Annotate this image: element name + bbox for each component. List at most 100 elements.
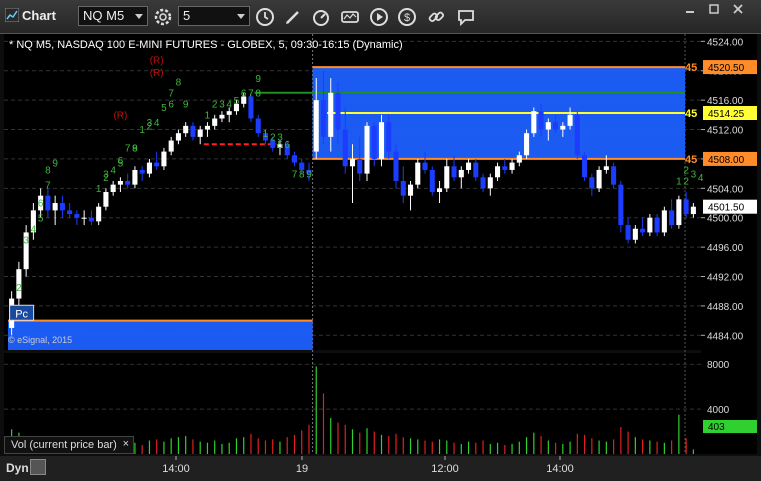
chart-window: Chart NQ M5 5 $ (R) (R) (R) 2 3 4 5 6 7 … <box>0 0 761 481</box>
candle-body <box>357 158 363 174</box>
price-tick-label: 4504.00 <box>707 184 744 195</box>
candle-body <box>197 129 203 137</box>
candle-body <box>204 125 210 130</box>
time-tick-label: 19 <box>296 463 308 475</box>
td-sequential-label: 4 <box>110 166 116 177</box>
td-sequential-label: 5 <box>38 213 44 224</box>
candle-body <box>364 125 370 174</box>
candle-body <box>480 177 486 189</box>
td-sequential-label: 9 <box>183 99 189 110</box>
price-tick-label: 4524.00 <box>707 37 744 48</box>
td-sequential-label: 2 <box>683 177 689 188</box>
time-tick-label: 14:00 <box>162 463 190 475</box>
candle-body <box>110 184 116 192</box>
price-tick-label: 4496.00 <box>707 243 744 254</box>
td-sequential-label: 5 <box>161 103 167 114</box>
candle-body <box>328 92 334 137</box>
td-sequential-label: 3 <box>219 99 225 110</box>
candle-body <box>349 158 356 167</box>
candle-body <box>117 180 123 185</box>
candle-body <box>81 217 87 219</box>
td-sequential-label: 6 <box>241 88 247 99</box>
candle-body <box>690 206 696 215</box>
candle-body <box>654 217 660 233</box>
candle-body <box>603 166 609 170</box>
td-sequential-label: 1 <box>676 177 682 188</box>
td-sequential-label: 2 <box>16 283 22 294</box>
td-sequential-label: 5 <box>234 96 240 107</box>
td-sequential-label: 8 <box>45 166 51 177</box>
time-tick-label: 12:00 <box>431 463 459 475</box>
candle-body <box>219 114 225 119</box>
candle-body <box>59 203 65 211</box>
candle-body <box>589 177 595 189</box>
candle-body <box>436 188 443 192</box>
candle-body <box>255 118 261 134</box>
td-sequential-label: 6 <box>168 99 174 110</box>
candle-body <box>567 114 573 126</box>
close-study-icon[interactable]: × <box>123 438 129 450</box>
candle-body <box>524 133 530 156</box>
candle-body <box>618 184 624 226</box>
candle-body <box>632 228 638 240</box>
candle-body <box>335 92 341 130</box>
candle-body <box>342 129 348 167</box>
td-sequential-label: 6 <box>284 140 290 151</box>
td-sequential-label: (R) <box>113 111 127 122</box>
candle-body <box>212 118 218 126</box>
candle-body <box>400 180 406 196</box>
td-sequential-label: 8 <box>299 169 305 180</box>
time-tick-label: 14:00 <box>546 463 574 475</box>
td-sequential-label: 9 <box>306 169 312 180</box>
candle-body <box>640 228 646 233</box>
candle-body <box>560 125 566 130</box>
candle-body <box>625 225 631 240</box>
candle-body <box>415 162 421 185</box>
lock-icon[interactable] <box>30 459 46 475</box>
candle-body <box>661 210 667 233</box>
candle-body <box>393 151 399 181</box>
price-tag-label: 4508.00 <box>708 155 745 166</box>
volume-study-label[interactable]: Vol (current price bar) × <box>4 436 134 454</box>
candle-body <box>444 166 450 189</box>
td-sequential-label: 9 <box>132 144 138 155</box>
candle-body <box>683 199 689 215</box>
candle-body <box>161 151 167 167</box>
candle-body <box>574 114 580 156</box>
price-tag-label: 4514.25 <box>708 109 745 120</box>
td-sequential-label: 2 <box>683 166 689 177</box>
td-sequential-label: 7 <box>168 88 174 99</box>
candle-body <box>466 162 472 170</box>
price-tag-label: 4520.50 <box>708 63 745 74</box>
candle-body <box>502 166 508 170</box>
td-sequential-label: 7 <box>248 88 254 99</box>
chart-canvas: (R)(R)(R)23456789123 4567 891 23 45 678912 3 4 5… <box>4 34 757 475</box>
candle-body <box>175 133 181 141</box>
candle-body <box>96 206 102 222</box>
td-sequential-label: 9 <box>52 158 58 169</box>
td-sequential-label: 6 <box>118 156 124 167</box>
candle-body <box>371 125 377 159</box>
candle-body <box>103 192 109 207</box>
candle-body <box>582 155 588 178</box>
candle-body <box>248 96 254 119</box>
candle-body <box>378 122 385 159</box>
td-sequential-label: 3 <box>23 235 29 246</box>
td-sequential-label: 1 <box>139 125 145 136</box>
candle-body <box>538 111 544 130</box>
candle-body <box>154 162 160 167</box>
candle-body <box>531 111 537 134</box>
candle-body <box>487 177 493 189</box>
candle-body <box>313 100 319 152</box>
candle-body <box>168 140 174 152</box>
candle-body <box>647 217 653 233</box>
price-tick-label: 4484.00 <box>707 331 744 342</box>
candle-body <box>676 199 682 226</box>
td-sequential-label: 7 <box>45 180 51 191</box>
candle-body <box>291 155 298 163</box>
candle-body <box>190 125 196 137</box>
candle-body <box>429 169 435 192</box>
price-tick-label: 4488.00 <box>707 302 744 313</box>
candle-body <box>88 217 94 222</box>
candle-body <box>52 203 58 211</box>
